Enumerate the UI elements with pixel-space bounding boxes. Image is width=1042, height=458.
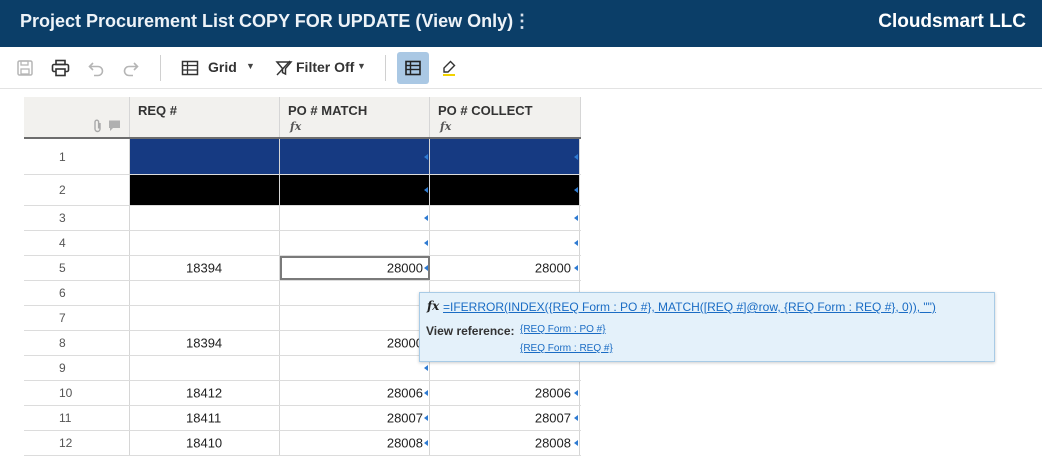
row-number[interactable]: 7: [24, 306, 130, 330]
po-match-cell-selected[interactable]: 28000: [280, 256, 430, 280]
grid-icon[interactable]: [179, 57, 201, 79]
table-row: 3: [24, 206, 581, 231]
row-number[interactable]: 10: [24, 381, 130, 405]
print-icon[interactable]: [49, 57, 71, 79]
formula-column-icon: fx: [290, 120, 302, 133]
formula-tooltip: fx =IFERROR(INDEX({REQ Form : PO #}, MAT…: [419, 292, 995, 362]
row-number[interactable]: 4: [24, 231, 130, 255]
req-cell[interactable]: 18410: [130, 431, 280, 455]
req-cell[interactable]: 18411: [130, 406, 280, 430]
req-cell[interactable]: 18394: [130, 256, 280, 280]
po-match-cell[interactable]: [280, 231, 430, 255]
left-gutter: [0, 89, 24, 458]
formula-column-icon: fx: [440, 120, 452, 133]
row-number[interactable]: 2: [24, 175, 130, 205]
po-collect-cell[interactable]: 28008: [430, 431, 580, 455]
view-selector-label[interactable]: Grid: [208, 59, 237, 75]
req-cell[interactable]: [130, 231, 280, 255]
redo-icon[interactable]: [120, 57, 142, 79]
po-collect-cell[interactable]: [430, 206, 580, 230]
row-number[interactable]: 8: [24, 331, 130, 355]
row-number[interactable]: 12: [24, 431, 130, 455]
grid-view-icon[interactable]: [402, 57, 424, 79]
view-reference-label: View reference:: [426, 324, 515, 338]
formula-icon: fx: [427, 299, 440, 313]
po-match-cell[interactable]: 28007: [280, 406, 430, 430]
req-cell[interactable]: 18412: [130, 381, 280, 405]
row-number[interactable]: 6: [24, 281, 130, 305]
po-match-cell[interactable]: [280, 139, 430, 174]
req-cell[interactable]: [130, 281, 280, 305]
po-collect-cell[interactable]: [430, 139, 580, 174]
table-row: 11 18411 28007 28007: [24, 406, 581, 431]
table-row: 10 18412 28006 28006: [24, 381, 581, 406]
sheet-grid: REQ # PO # MATCH fx PO # COLLECT fx 1 2 …: [0, 89, 1042, 458]
row-number[interactable]: 11: [24, 406, 130, 430]
save-icon[interactable]: [14, 57, 36, 79]
highlight-icon[interactable]: [438, 57, 460, 79]
req-cell[interactable]: [130, 306, 280, 330]
po-match-cell[interactable]: 28000: [280, 331, 430, 355]
table-row: 2: [24, 175, 581, 206]
po-collect-cell[interactable]: 28006: [430, 381, 580, 405]
po-match-cell[interactable]: [280, 206, 430, 230]
row-number[interactable]: 9: [24, 356, 130, 380]
row-number[interactable]: 3: [24, 206, 130, 230]
column-header-po-collect[interactable]: PO # COLLECT fx: [430, 97, 581, 137]
req-cell[interactable]: [130, 175, 280, 205]
po-match-cell[interactable]: [280, 281, 430, 305]
po-collect-cell[interactable]: [430, 231, 580, 255]
reference-link-req[interactable]: {REQ Form : REQ #}: [520, 343, 613, 354]
toolbar: Grid ▼ Filter Off ▼: [0, 47, 1042, 89]
column-header-po-match[interactable]: PO # MATCH fx: [280, 97, 430, 137]
po-match-cell[interactable]: [280, 175, 430, 205]
column-header-label: PO # MATCH: [288, 103, 368, 118]
row-header-corner: [24, 97, 130, 137]
title-bar: Project Procurement List COPY FOR UPDATE…: [0, 0, 1042, 47]
table-row: 1: [24, 139, 581, 175]
view-caret-icon[interactable]: ▼: [246, 61, 255, 71]
sheet-menu-icon[interactable]: ⋮: [513, 11, 531, 32]
comment-icon: [109, 120, 120, 131]
filter-label[interactable]: Filter Off: [296, 59, 354, 75]
brand-name: Cloudsmart LLC: [878, 11, 1026, 32]
column-header-label: PO # COLLECT: [438, 103, 533, 118]
po-collect-cell[interactable]: 28000: [430, 256, 580, 280]
req-cell[interactable]: 18394: [130, 331, 280, 355]
column-header-row: REQ # PO # MATCH fx PO # COLLECT fx: [24, 97, 581, 139]
req-cell[interactable]: [130, 356, 280, 380]
table-row: 5 18394 28000 28000: [24, 256, 581, 281]
po-match-cell[interactable]: [280, 356, 430, 380]
row-number[interactable]: 5: [24, 256, 130, 280]
column-header-req[interactable]: REQ #: [130, 97, 280, 137]
po-match-cell[interactable]: [280, 306, 430, 330]
undo-icon[interactable]: [85, 57, 107, 79]
filter-icon[interactable]: [273, 57, 295, 79]
reference-link-po[interactable]: {REQ Form : PO #}: [520, 324, 606, 335]
po-match-cell[interactable]: 28006: [280, 381, 430, 405]
po-match-cell[interactable]: 28008: [280, 431, 430, 455]
filter-caret-icon[interactable]: ▼: [357, 61, 366, 71]
column-header-label: REQ #: [138, 103, 178, 118]
table-row: 12 18410 28008 28008: [24, 431, 581, 456]
sheet-title: Project Procurement List COPY FOR UPDATE…: [20, 11, 514, 31]
attachment-icon: [94, 119, 101, 133]
toolbar-divider: [385, 55, 386, 81]
toolbar-divider: [160, 55, 161, 81]
table-row: 4: [24, 231, 581, 256]
po-collect-cell[interactable]: [430, 175, 580, 205]
formula-text-link[interactable]: =IFERROR(INDEX({REQ Form : PO #}, MATCH(…: [443, 300, 936, 314]
row-number[interactable]: 1: [24, 139, 130, 174]
po-collect-cell[interactable]: 28007: [430, 406, 580, 430]
req-cell[interactable]: [130, 206, 280, 230]
req-cell[interactable]: [130, 139, 280, 174]
